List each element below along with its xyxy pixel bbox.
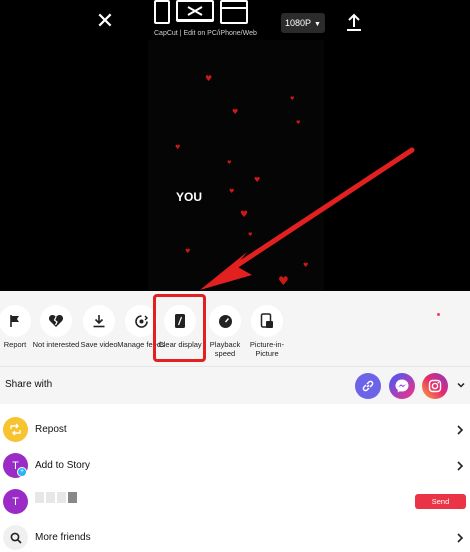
action-panel: Report Not interested Save video Manage … — [0, 291, 470, 366]
add-to-story-label: Add to Story — [35, 460, 91, 471]
flag-icon — [10, 315, 19, 327]
phone-icon — [154, 0, 170, 24]
messenger-icon — [395, 379, 409, 393]
repost-row[interactable]: Repost — [0, 413, 470, 447]
redacted-block — [46, 492, 55, 503]
laptop-capcut-icon — [176, 0, 214, 22]
heart-icon: ♥ — [303, 262, 309, 269]
quality-label: 1080P — [285, 18, 312, 28]
add-to-story-row[interactable]: T + Add to Story — [0, 449, 470, 483]
top-bar: ✕ CapCut | Edit on PC/iPhone/Web 1080P ▼ — [0, 0, 470, 44]
chevron-right-icon — [457, 425, 464, 435]
heart-icon: ♥ — [290, 96, 295, 102]
caret-down-icon: ▼ — [314, 21, 321, 28]
indicator-dot — [437, 313, 440, 316]
redacted-block — [35, 492, 44, 503]
heart-icon: ♥ — [232, 108, 239, 116]
heart-icon: ♥ — [185, 248, 191, 255]
chevron-right-icon — [457, 533, 464, 543]
copy-link-icon — [362, 380, 374, 392]
highlight-box — [153, 294, 206, 362]
redacted-friend-name — [35, 492, 77, 503]
share-with-row: Share with — [0, 366, 470, 404]
manage-feeds-icon — [134, 314, 148, 328]
avatar: T — [3, 489, 28, 514]
chevron-right-icon — [457, 461, 464, 471]
browser-icon — [220, 0, 248, 24]
heart-icon: ♥ — [227, 160, 232, 166]
picture-in-picture-circle — [251, 305, 283, 337]
redacted-block — [68, 492, 77, 503]
heart-icon: ♥ — [296, 120, 301, 126]
more-friends-row[interactable]: More friends — [0, 521, 470, 552]
copy-link-button[interactable] — [355, 373, 381, 399]
plus-badge-icon: + — [17, 467, 27, 477]
messenger-button[interactable] — [389, 373, 415, 399]
heart-icon: ♥ — [278, 274, 289, 288]
repost-label: Repost — [35, 424, 67, 435]
picture-in-picture-label: Picture-in-Picture — [249, 340, 285, 358]
heart-icon: ♥ — [254, 176, 261, 184]
close-button[interactable]: ✕ — [95, 11, 115, 33]
search-icon — [10, 532, 22, 544]
video-overlay-text: YOU — [176, 190, 203, 204]
video-player[interactable]: ✕ CapCut | Edit on PC/iPhone/Web 1080P ▼ … — [0, 0, 470, 291]
picture-in-picture-button[interactable]: Picture-in-Picture — [242, 305, 292, 358]
picture-in-picture-icon — [260, 313, 273, 328]
heart-icon: ♥ — [240, 210, 249, 220]
heart-icon: ♥ — [248, 232, 253, 238]
chevron-down-icon[interactable] — [456, 380, 466, 390]
heart-icon: ♥ — [205, 74, 213, 83]
redacted-block — [57, 492, 66, 503]
heart-icon: ♥ — [229, 188, 235, 195]
more-friends-label: More friends — [35, 532, 91, 543]
upload-icon[interactable] — [345, 12, 363, 32]
share-list: Repost T + Add to Story T More friends — [0, 404, 470, 552]
send-button[interactable]: Send — [415, 494, 466, 509]
repost-avatar — [3, 417, 28, 442]
broken-heart-icon — [48, 315, 64, 327]
capcut-caption: CapCut | Edit on PC/iPhone/Web — [154, 30, 257, 37]
quality-selector[interactable]: 1080P ▼ — [281, 13, 325, 33]
instagram-button[interactable] — [422, 373, 448, 399]
share-with-title: Share with — [5, 379, 53, 390]
heart-icon: ♥ — [175, 144, 181, 151]
search-avatar — [3, 525, 28, 550]
download-icon — [93, 315, 105, 328]
not-interested-circle — [40, 305, 72, 337]
instagram-icon — [428, 379, 442, 393]
save-video-circle — [83, 305, 115, 337]
repost-icon — [10, 423, 21, 436]
capcut-logo-icon — [187, 6, 203, 16]
playback-speed-icon — [218, 314, 232, 328]
report-circle — [0, 305, 31, 337]
video-frame — [148, 40, 324, 291]
avatar-letter: T — [12, 495, 19, 508]
capcut-device-icons — [154, 0, 250, 26]
playback-speed-circle — [209, 305, 241, 337]
